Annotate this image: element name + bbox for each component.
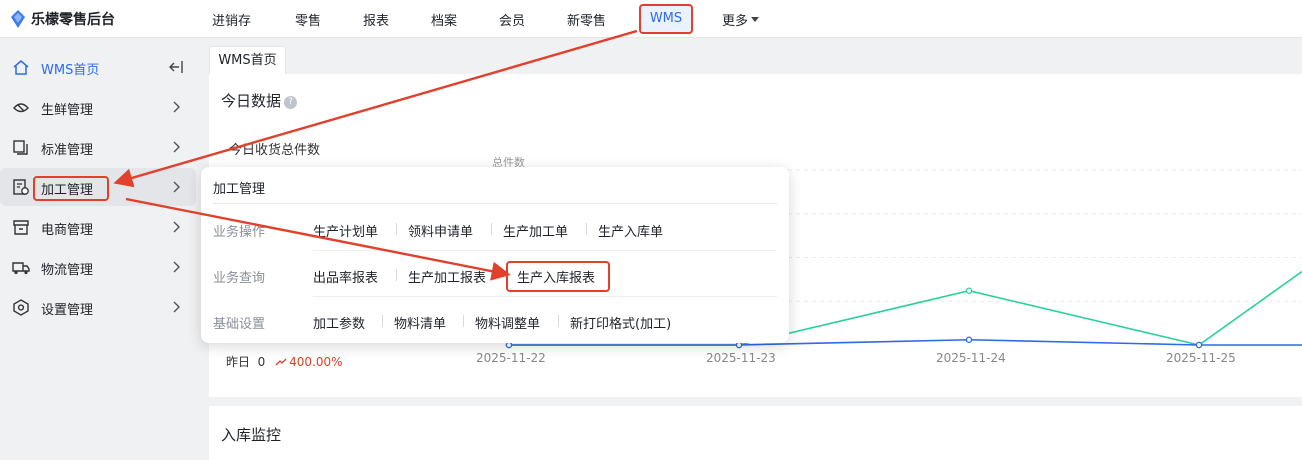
link-production-processing[interactable]: 生产加工单	[503, 221, 568, 240]
yesterday-stat: 昨日 0 400.00%	[226, 353, 343, 370]
link-material-request[interactable]: 领料申请单	[408, 221, 473, 240]
link-separator	[382, 315, 383, 327]
link-separator	[396, 223, 397, 235]
data-point[interactable]	[505, 341, 513, 349]
x-tick-label: 2025-11-25	[1166, 351, 1236, 365]
link-separator	[463, 315, 464, 327]
link-separator	[491, 223, 492, 235]
link-material-adjust[interactable]: 物料调整单	[475, 313, 540, 332]
trend-up-icon	[275, 358, 287, 366]
link-processing-report[interactable]: 生产加工报表	[408, 267, 486, 286]
group-label-settings: 基础设置	[213, 317, 266, 332]
data-point[interactable]	[965, 287, 973, 294]
x-tick-label: 2025-11-23	[706, 351, 776, 365]
group-label-queries: 业务查询	[213, 271, 266, 286]
link-yield-report[interactable]: 出品率报表	[313, 267, 378, 286]
link-separator	[396, 269, 397, 281]
annotation-box-inbound-report	[506, 261, 610, 292]
data-point[interactable]	[965, 336, 973, 343]
link-production-inbound[interactable]: 生产入库单	[598, 221, 663, 240]
yesterday-label: 昨日	[226, 355, 251, 369]
x-tick-label: 2025-11-22	[476, 351, 546, 365]
popup-title: 加工管理	[213, 182, 266, 197]
data-point[interactable]	[1195, 341, 1203, 349]
group-label-operations: 业务操作	[213, 225, 266, 240]
change-percent: 400.00%	[289, 355, 343, 369]
link-processing-params[interactable]: 加工参数	[313, 313, 365, 332]
inbound-monitor-title: 入库监控	[221, 426, 282, 444]
link-bom[interactable]: 物料清单	[394, 313, 446, 332]
processing-submenu-popup: 加工管理 业务操作 生产计划单 领料申请单 生产加工单 生产入库单 业务查询 出…	[201, 167, 789, 343]
link-new-print-format[interactable]: 新打印格式(加工)	[570, 313, 671, 332]
link-production-plan[interactable]: 生产计划单	[313, 221, 378, 240]
inbound-monitor-card	[209, 406, 1302, 460]
popup-divider	[213, 203, 777, 204]
row-divider	[313, 296, 777, 297]
row-divider	[313, 250, 777, 251]
link-separator	[586, 223, 587, 235]
data-point[interactable]	[735, 341, 743, 349]
yesterday-value: 0	[257, 355, 266, 369]
link-separator	[558, 315, 559, 327]
x-tick-label: 2025-11-24	[936, 351, 1006, 365]
